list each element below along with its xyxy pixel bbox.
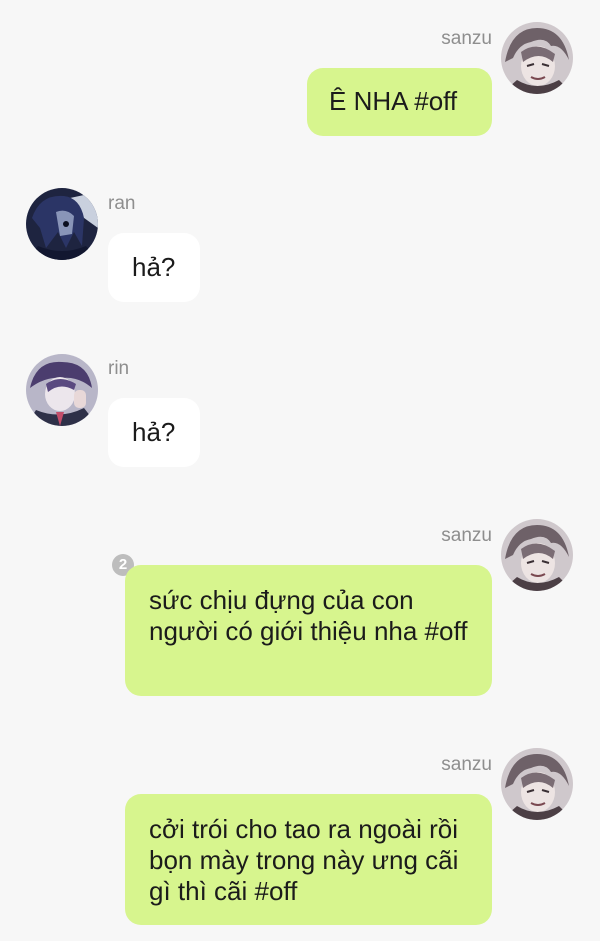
avatar-sanzu[interactable] bbox=[501, 519, 573, 591]
avatar-sanzu[interactable] bbox=[501, 22, 573, 94]
avatar-rin[interactable] bbox=[26, 354, 98, 426]
message-bubble[interactable]: hả? bbox=[108, 398, 200, 467]
sender-name: sanzu bbox=[441, 28, 492, 49]
avatar-sanzu[interactable] bbox=[501, 748, 573, 820]
message-bubble[interactable]: Ê NHA #off bbox=[307, 68, 492, 136]
sender-name: rin bbox=[108, 358, 130, 379]
avatar-ran[interactable] bbox=[26, 188, 98, 260]
message-bubble[interactable]: hả? bbox=[108, 233, 200, 302]
sender-name: sanzu bbox=[441, 754, 492, 775]
sender-name: sanzu bbox=[441, 525, 492, 546]
message-bubble[interactable]: cởi trói cho tao ra ngoài rồi bọn mày tr… bbox=[125, 794, 492, 925]
sender-name: ran bbox=[108, 193, 136, 214]
message-bubble[interactable]: sức chịu đựng của con người có giới thiệ… bbox=[125, 565, 492, 696]
